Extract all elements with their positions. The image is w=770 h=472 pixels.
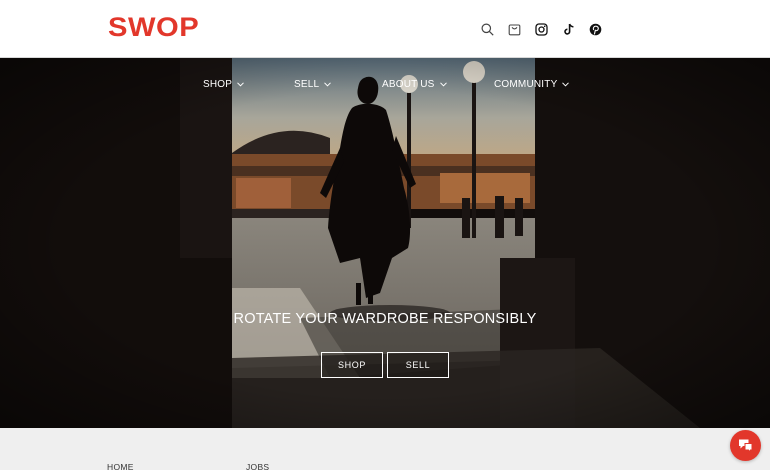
cart-icon[interactable] [507,20,522,38]
chevron-down-icon [324,82,332,87]
nav-sell-label: SELL [294,79,320,90]
chevron-down-icon [237,82,244,87]
site-footer: HOME JOBS [0,428,770,472]
hero-banner: SHOP SELL ABOUT US COMMUNITY ROTATE YOUR… [0,58,770,428]
nav-community-label: COMMUNITY [494,79,558,90]
chat-icon [739,439,753,453]
nav-about-us-label: ABOUT US [382,79,435,90]
hero-buttons: SHOP SELL [0,352,770,378]
footer-link-jobs[interactable]: JOBS [246,462,269,472]
pinterest-icon[interactable] [588,20,603,38]
chevron-down-icon [439,82,447,87]
main-nav: SHOP SELL ABOUT US COMMUNITY [0,79,770,95]
tiktok-icon[interactable] [561,20,576,38]
chevron-down-icon [562,82,570,87]
swop-logo[interactable]: SWOP [108,12,199,43]
hero-shop-button[interactable]: SHOP [321,352,383,378]
hero-title: ROTATE YOUR WARDROBE RESPONSIBLY [233,311,537,327]
nav-about-us[interactable]: ABOUT US [382,79,447,90]
header-icons [480,20,603,38]
nav-sell[interactable]: SELL [294,79,332,90]
nav-community[interactable]: COMMUNITY [494,79,570,90]
search-icon[interactable] [480,20,495,38]
instagram-icon[interactable] [534,20,549,38]
site-header: SWOP [0,0,770,58]
nav-shop-label: SHOP [203,79,233,90]
footer-link-home[interactable]: HOME [107,462,134,472]
chat-button[interactable] [730,430,761,461]
nav-shop[interactable]: SHOP [203,79,244,90]
hero-sell-button[interactable]: SELL [387,352,449,378]
